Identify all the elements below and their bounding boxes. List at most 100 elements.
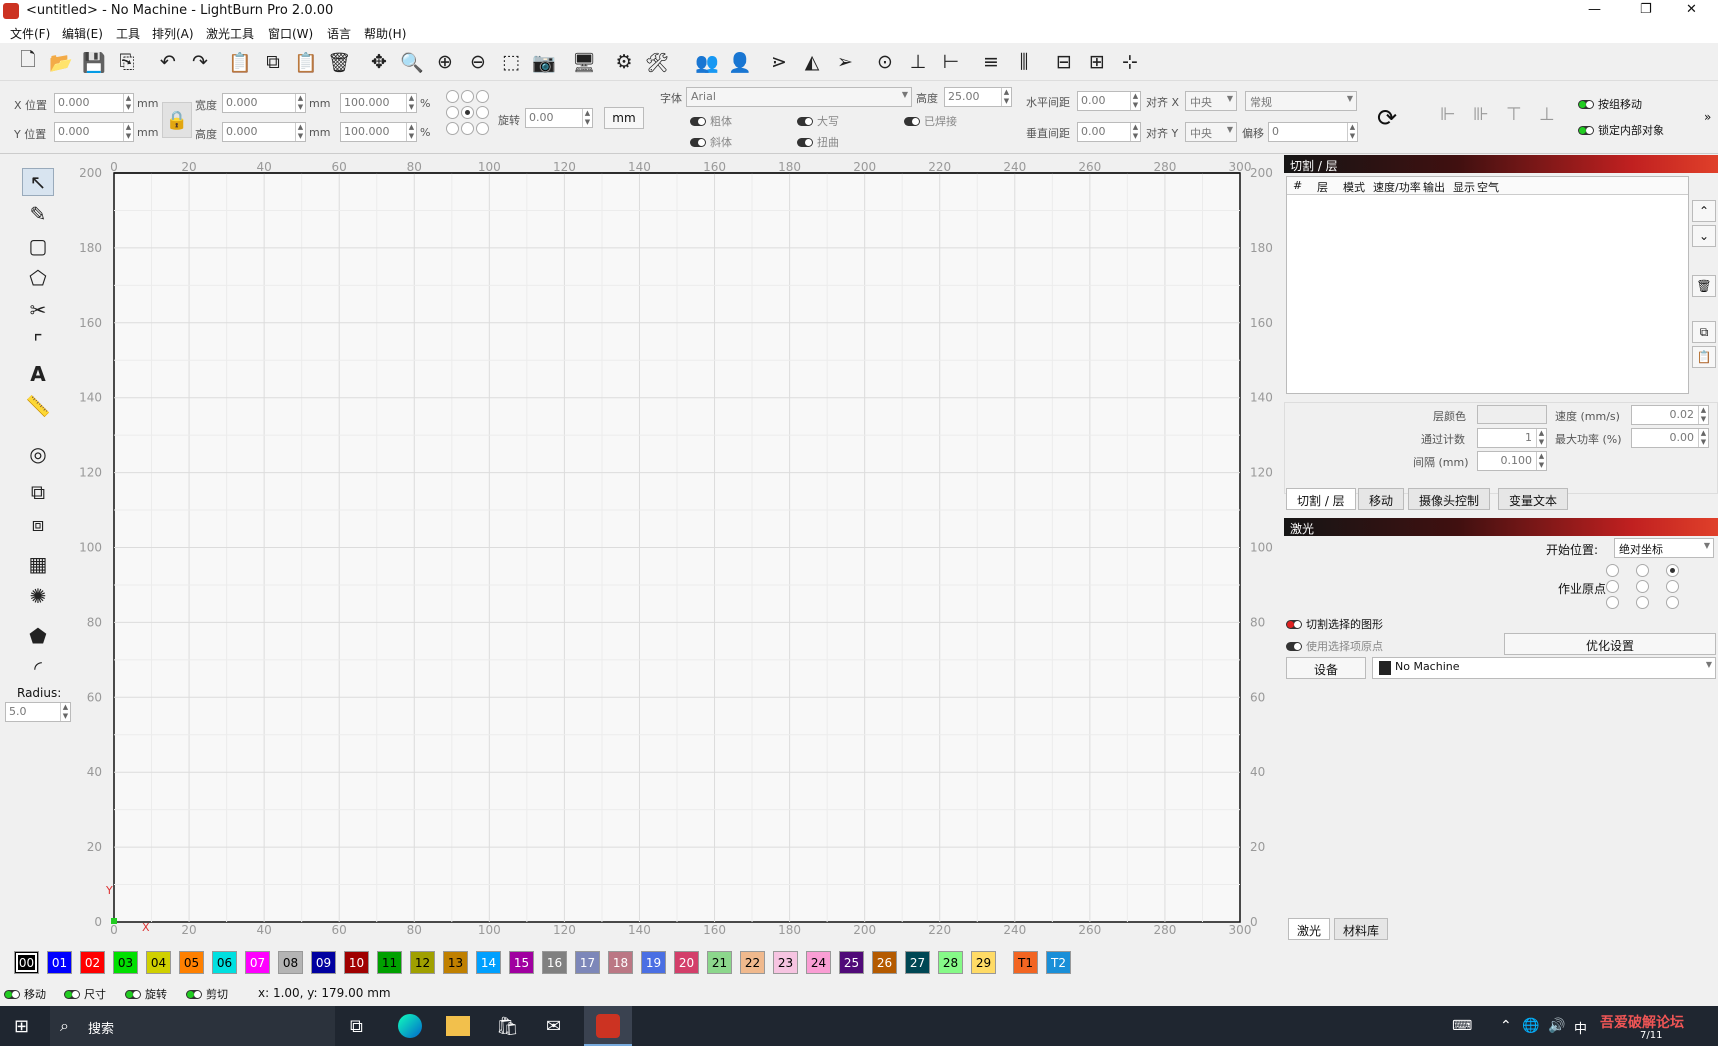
menu-arrange[interactable]: 排列(A) [152, 25, 194, 42]
copy-icon[interactable]: ⧉ [259, 48, 287, 76]
wrench-icon[interactable]: 🛠 [643, 48, 671, 76]
palette-swatch-21[interactable]: 21 [707, 951, 732, 974]
palette-swatch-08[interactable]: 08 [278, 951, 303, 974]
center-icon[interactable]: ⊙ [871, 48, 899, 76]
align-center-v-icon[interactable]: ⊥ [904, 48, 932, 76]
passes-input[interactable]: 1 ▲ ▼ [1477, 428, 1547, 448]
new-file-icon[interactable]: 🗋 [14, 48, 42, 76]
uppercase-toggle[interactable]: 大写 [797, 113, 839, 129]
corner-radius-icon[interactable]: ◜ [22, 654, 54, 682]
lock-inner-toggle[interactable]: 锁定内部对象 [1578, 122, 1664, 138]
taskbar-search[interactable]: ⌕ 搜索 [50, 1006, 335, 1046]
tab-variable-text[interactable]: 变量文本 [1498, 488, 1569, 510]
delete-layer-icon[interactable]: 🗑 [1692, 275, 1716, 297]
column-header[interactable]: # [1293, 179, 1302, 192]
radius-input[interactable]: 5.0 ▲ ▼ [5, 702, 71, 722]
redo-icon[interactable]: ↷ [186, 48, 214, 76]
settings-icon[interactable]: ⚙ [610, 48, 638, 76]
use-selection-origin-toggle[interactable]: 使用选择项原点 [1286, 638, 1383, 654]
group-move-toggle[interactable]: 按组移动 [1578, 96, 1642, 112]
export-icon[interactable]: ⎘ [113, 48, 141, 76]
zoom-in-icon[interactable]: ⊕ [431, 48, 459, 76]
palette-swatch-04[interactable]: 04 [146, 951, 171, 974]
palette-swatch-15[interactable]: 15 [509, 951, 534, 974]
column-header[interactable]: 显示 [1453, 179, 1475, 195]
palette-swatch-18[interactable]: 18 [608, 951, 633, 974]
delete-icon[interactable]: 🗑 [325, 48, 353, 76]
power-input[interactable]: 0.00 ▲ ▼ [1631, 428, 1709, 448]
speed-input[interactable]: 0.02 ▲ ▼ [1631, 405, 1709, 425]
interval-input[interactable]: 0.100 ▲ ▼ [1477, 451, 1547, 471]
send-icon[interactable]: ➢ [831, 48, 859, 76]
edit-nodes-tool-icon[interactable]: ✂ [22, 296, 54, 324]
status-move-toggle[interactable]: 移动 [4, 986, 46, 1002]
palette-swatch-16[interactable]: 16 [542, 951, 567, 974]
polygon-tool-icon[interactable]: ⬠ [22, 264, 54, 292]
font-height-input[interactable]: 25.00 ▲ ▼ [944, 87, 1012, 107]
palette-swatch-29[interactable]: 29 [971, 951, 996, 974]
layers-table[interactable]: # 层模式 速度/功率 输出 显示 空气 [1286, 176, 1689, 394]
palette-swatch-00[interactable]: 00 [14, 951, 39, 974]
keyboard-icon[interactable]: ⌨ [1452, 1018, 1472, 1034]
edge-icon[interactable] [398, 1014, 422, 1038]
bold-toggle[interactable]: 粗体 [690, 113, 732, 129]
overflow-chevron-icon[interactable]: » [1704, 110, 1711, 124]
store-icon[interactable]: 🛍 [496, 1016, 519, 1037]
layer-color-swatch[interactable] [1477, 405, 1547, 424]
ungroup-icon[interactable]: 👤 [726, 48, 754, 76]
welded-toggle[interactable]: 已焊接 [904, 113, 957, 129]
column-header[interactable]: 速度/功率 [1373, 179, 1421, 195]
tray-chevron-icon[interactable]: ⌃ [1500, 1018, 1512, 1034]
column-header[interactable]: 层 [1317, 179, 1328, 195]
palette-swatch-02[interactable]: 02 [80, 951, 105, 974]
text-tool-icon[interactable]: A [22, 360, 54, 388]
object-origin-grid[interactable] [446, 90, 492, 140]
palette-swatch-12[interactable]: 12 [410, 951, 435, 974]
zoom-icon[interactable]: 🔍 [398, 48, 426, 76]
palette-swatch-01[interactable]: 01 [47, 951, 72, 974]
menu-laser-tools[interactable]: 激光工具 [206, 25, 254, 42]
mirror-icon[interactable]: ◭ [798, 48, 826, 76]
scale-y-input[interactable]: 100.000 ▲ ▼ [340, 122, 417, 142]
palette-swatch-11[interactable]: 11 [377, 951, 402, 974]
measure-tool-icon[interactable]: 📏 [22, 392, 54, 420]
align-center-h-icon[interactable]: ⊢ [937, 48, 965, 76]
palette-swatch-t1[interactable]: T1 [1013, 951, 1038, 974]
palette-swatch-03[interactable]: 03 [113, 951, 138, 974]
status-rotate-toggle[interactable]: 旋转 [125, 986, 167, 1002]
tab-camera[interactable]: 摄像头控制 [1408, 488, 1491, 510]
palette-swatch-24[interactable]: 24 [806, 951, 831, 974]
palette-swatch-07[interactable]: 07 [245, 951, 270, 974]
devices-button[interactable]: 设备 [1286, 657, 1366, 679]
file-explorer-icon[interactable] [446, 1016, 470, 1036]
save-file-icon[interactable]: 💾 [80, 48, 108, 76]
width-input[interactable]: 0.000 ▲ ▼ [222, 93, 306, 113]
align-left-icon[interactable]: ⊩ [1440, 104, 1456, 125]
select-tool-icon[interactable]: ↖ [22, 168, 54, 196]
convert-path-icon[interactable]: ⬟ [22, 622, 54, 650]
maximize-button[interactable]: ❐ [1640, 2, 1652, 17]
start-from-select[interactable]: 绝对坐标 ▼ [1614, 538, 1714, 558]
align-bottom-icon[interactable]: ⊥ [1539, 104, 1555, 125]
x-position-input[interactable]: 0.000 ▲ ▼ [54, 93, 134, 113]
aligny-select[interactable]: 中央 ▼ [1185, 122, 1237, 142]
space-h-icon[interactable]: ⊞ [1083, 48, 1111, 76]
palette-swatch-20[interactable]: 20 [674, 951, 699, 974]
grid-array-icon[interactable]: ▦ [22, 550, 54, 578]
monitor-icon[interactable]: 🖥 [570, 48, 598, 76]
distribute-h-icon[interactable]: ⫼ [1010, 48, 1038, 76]
palette-swatch-27[interactable]: 27 [905, 951, 930, 974]
menu-file[interactable]: 文件(F) [10, 25, 50, 42]
optimize-settings-button[interactable]: 优化设置 [1504, 633, 1716, 655]
align-right-icon[interactable]: ⊪ [1473, 104, 1489, 125]
palette-swatch-14[interactable]: 14 [476, 951, 501, 974]
menu-window[interactable]: 窗口(W) [268, 25, 313, 42]
palette-swatch-19[interactable]: 19 [641, 951, 666, 974]
boolean-union-icon[interactable]: ⧉ [22, 478, 54, 506]
task-view-icon[interactable]: ⧉ [350, 1016, 363, 1037]
paste-icon[interactable]: 📋 [226, 48, 254, 76]
boolean-subtract-icon[interactable]: ⧈ [22, 510, 54, 538]
menu-tools[interactable]: 工具 [116, 25, 140, 42]
cut-selected-toggle[interactable]: 切割选择的图形 [1286, 616, 1383, 632]
volume-icon[interactable]: 🔊 [1548, 1018, 1565, 1034]
